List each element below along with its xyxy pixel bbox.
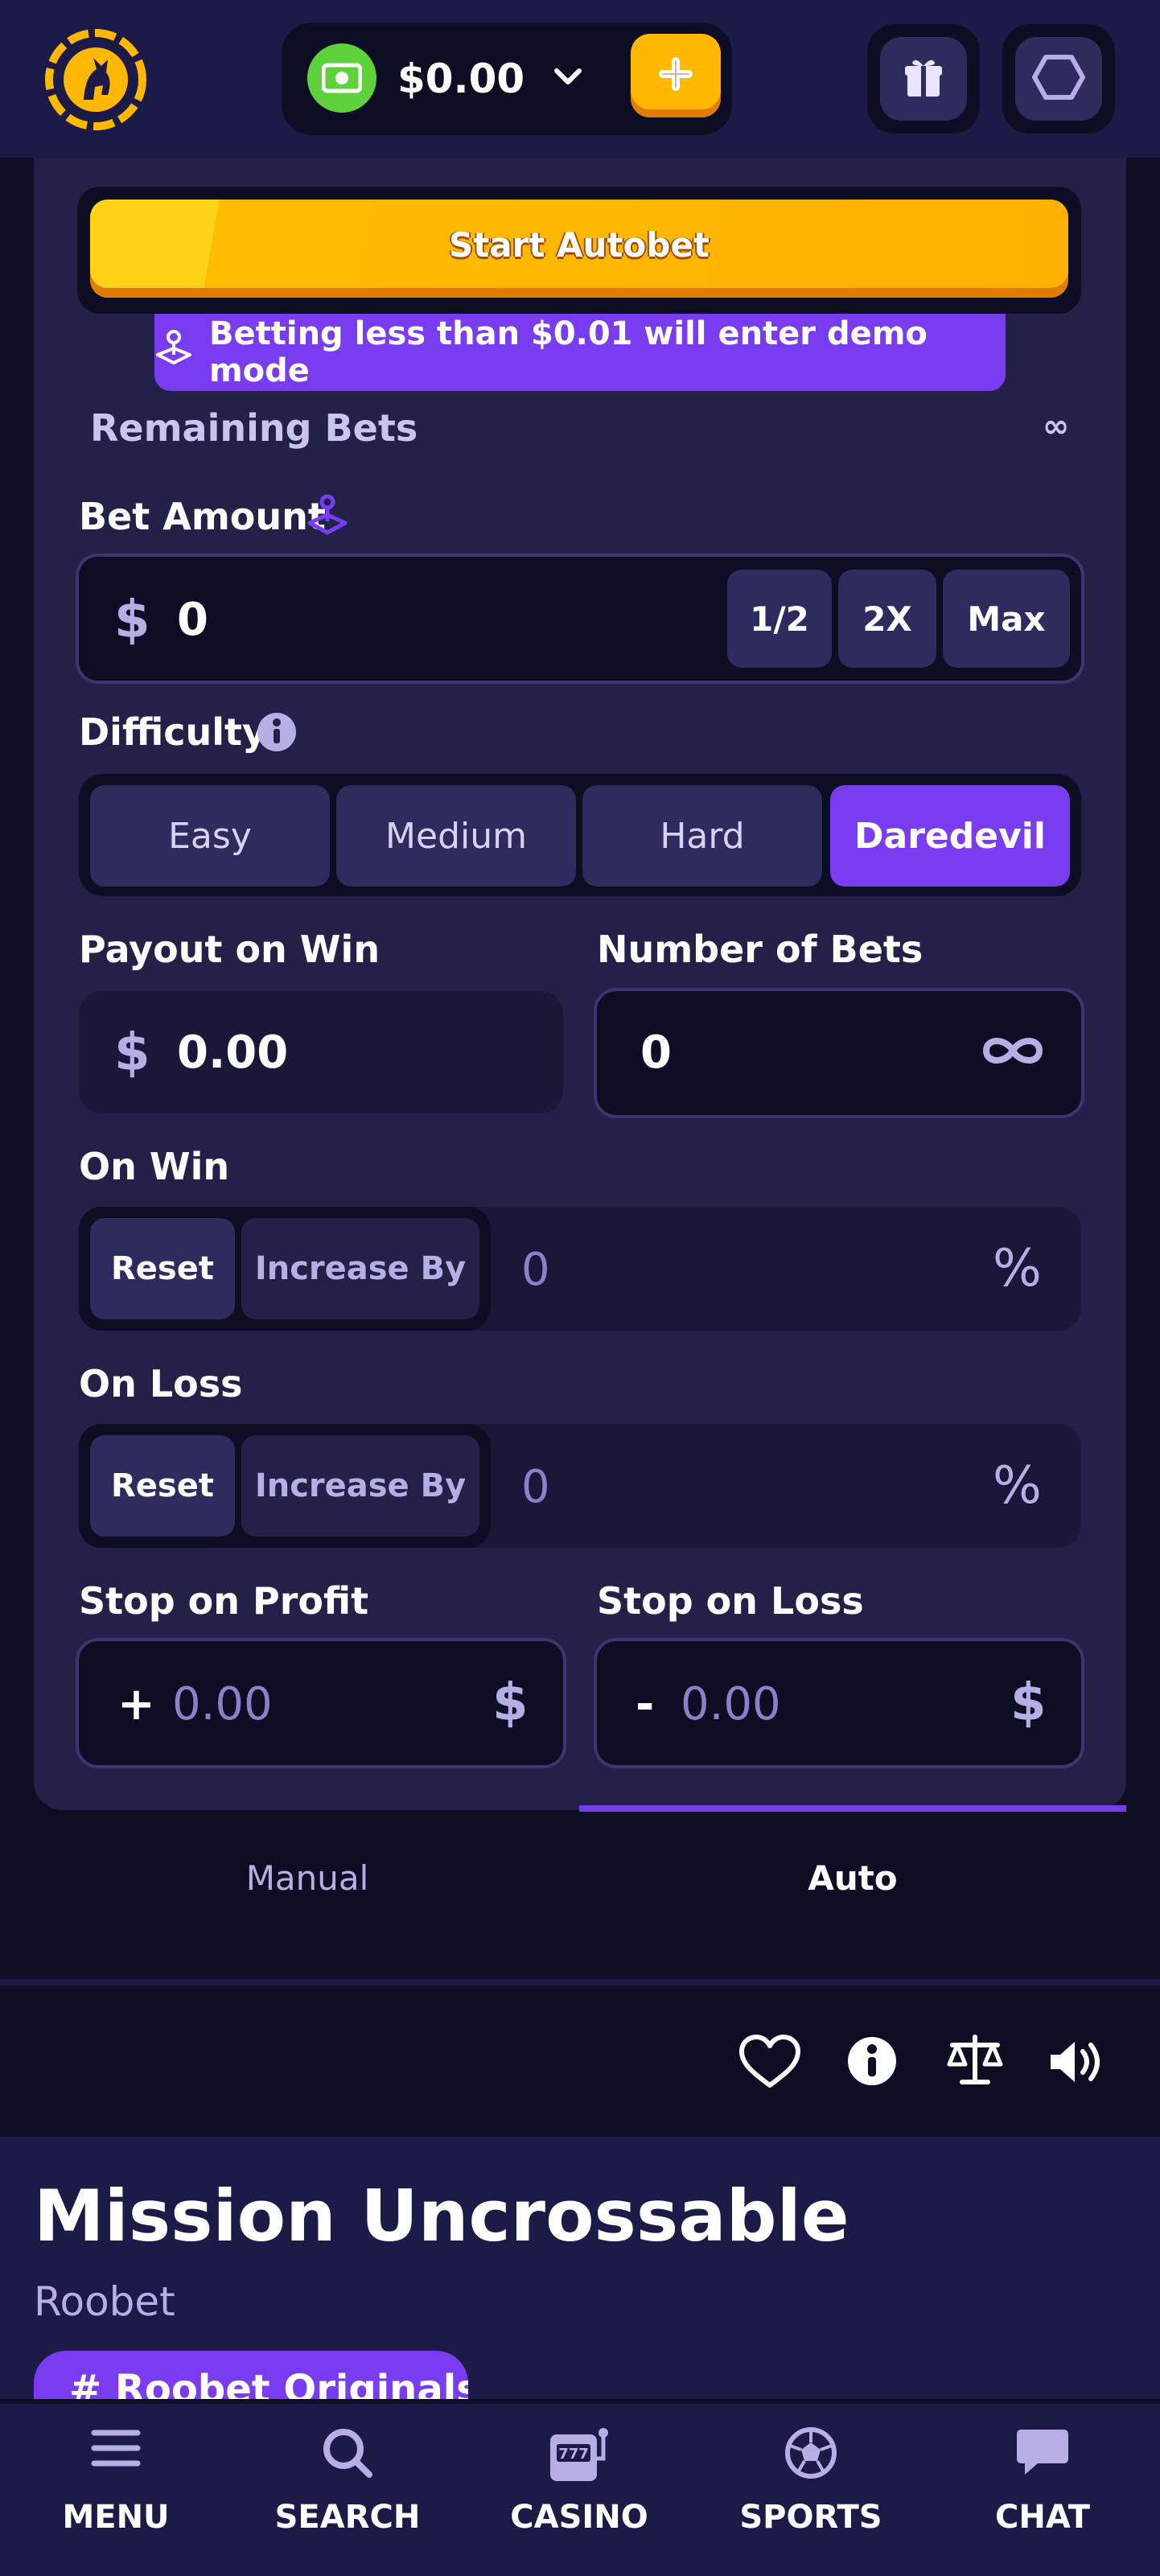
slot-machine-icon: 777 [547, 2426, 611, 2488]
half-bet-button[interactable]: 1/2 [727, 570, 832, 668]
remaining-bets-value: ∞ [1043, 408, 1070, 445]
info-icon[interactable] [256, 711, 298, 756]
nav-search-label: SEARCH [274, 2499, 421, 2536]
plus-icon [658, 56, 693, 95]
nav-sports-label: SPORTS [739, 2499, 882, 2536]
infinity-icon[interactable] [981, 1031, 1044, 1073]
difficulty-daredevil-button[interactable]: Daredevil [830, 785, 1070, 887]
scale-icon[interactable] [946, 2034, 1004, 2092]
demo-mode-notice: Betting less than $0.01 will enter demo … [154, 314, 1006, 391]
nav-menu-label: MENU [62, 2499, 170, 2536]
payout-currency: $ [114, 1023, 150, 1083]
payout-on-win-label: Payout on Win [79, 928, 380, 971]
bet-amount-label: Bet Amount [79, 495, 326, 538]
on-loss-label: On Loss [79, 1362, 243, 1405]
game-category-tag[interactable]: # Roobet Originals [34, 2351, 468, 2399]
joystick-icon [154, 329, 193, 376]
payout-on-win-value: 0.00 [177, 1027, 289, 1079]
heart-icon[interactable] [738, 2034, 801, 2093]
nav-chat-label: CHAT [995, 2499, 1090, 2536]
volume-icon[interactable] [1047, 2037, 1105, 2090]
max-bet-button[interactable]: Max [943, 570, 1070, 668]
hexagon-icon [1032, 54, 1085, 104]
double-bet-button[interactable]: 2X [838, 570, 936, 668]
stop-on-profit-currency: $ [492, 1673, 529, 1733]
svg-text:777: 777 [558, 2446, 589, 2463]
payout-on-win-field [79, 991, 563, 1113]
stop-on-profit-sign: + [117, 1678, 155, 1730]
stop-on-loss-label: Stop on Loss [597, 1579, 864, 1623]
start-autobet-button[interactable]: Start Autobet [90, 200, 1068, 298]
stop-on-loss-currency: $ [1010, 1673, 1047, 1733]
on-win-input[interactable]: 0 [521, 1234, 550, 1307]
difficulty-medium-button[interactable]: Medium [336, 785, 576, 887]
active-tab-indicator [579, 1805, 1126, 1812]
cash-icon [307, 43, 376, 113]
bet-currency: $ [114, 591, 150, 650]
nav-chat[interactable]: CHAT [962, 2426, 1123, 2537]
search-icon [321, 2426, 374, 2483]
game-title: Mission Uncrossable [34, 2175, 849, 2257]
difficulty-label: Difficulty [79, 710, 267, 754]
menu-icon [91, 2426, 141, 2473]
chat-bubble-icon [1014, 2426, 1072, 2483]
info-icon[interactable] [846, 2035, 898, 2090]
stop-on-loss-sign: - [636, 1678, 655, 1730]
difficulty-easy-button[interactable]: Easy [90, 785, 330, 887]
game-provider-link[interactable]: Roobet [34, 2274, 175, 2330]
number-of-bets-label: Number of Bets [597, 928, 923, 971]
joystick-icon [307, 494, 348, 541]
gift-icon [904, 56, 943, 101]
kangaroo-logo-icon[interactable] [43, 27, 148, 132]
section-divider [0, 1979, 1160, 1985]
on-loss-reset-button[interactable]: Reset [90, 1435, 235, 1537]
nav-sports[interactable]: SPORTS [730, 2426, 891, 2537]
nav-casino[interactable]: 777 CASINO [499, 2426, 660, 2537]
on-win-reset-button[interactable]: Reset [90, 1218, 235, 1319]
tab-auto[interactable]: Auto [579, 1850, 1126, 1907]
on-win-increase-button[interactable]: Increase By [241, 1218, 479, 1319]
tab-manual[interactable]: Manual [34, 1850, 581, 1907]
remaining-bets-label: Remaining Bets [90, 406, 418, 450]
chevron-down-icon[interactable] [550, 60, 586, 95]
rewards-button[interactable] [867, 24, 980, 134]
stop-on-profit-label: Stop on Profit [79, 1579, 369, 1623]
nav-casino-label: CASINO [510, 2499, 648, 2536]
number-of-bets-input[interactable]: 0 [640, 1017, 672, 1089]
on-win-unit: % [993, 1239, 1042, 1298]
soccer-ball-icon [784, 2426, 837, 2483]
deposit-button[interactable] [631, 34, 721, 117]
wallet-balance[interactable]: $0.00 [397, 47, 524, 111]
demo-notice-text: Betting less than $0.01 will enter demo … [209, 315, 928, 389]
on-loss-input[interactable]: 0 [521, 1451, 550, 1524]
nav-menu[interactable]: MENU [35, 2426, 196, 2537]
stop-on-profit-input[interactable]: 0.00 [172, 1669, 273, 1741]
bet-amount-input[interactable]: 0 [177, 584, 208, 656]
on-loss-unit: % [993, 1456, 1042, 1516]
difficulty-hard-button[interactable]: Hard [582, 785, 822, 887]
on-win-label: On Win [79, 1145, 230, 1188]
nav-search[interactable]: SEARCH [267, 2426, 428, 2537]
on-loss-increase-button[interactable]: Increase By [241, 1435, 479, 1537]
profile-button[interactable] [1002, 24, 1115, 134]
stop-on-loss-input[interactable]: 0.00 [681, 1669, 781, 1741]
